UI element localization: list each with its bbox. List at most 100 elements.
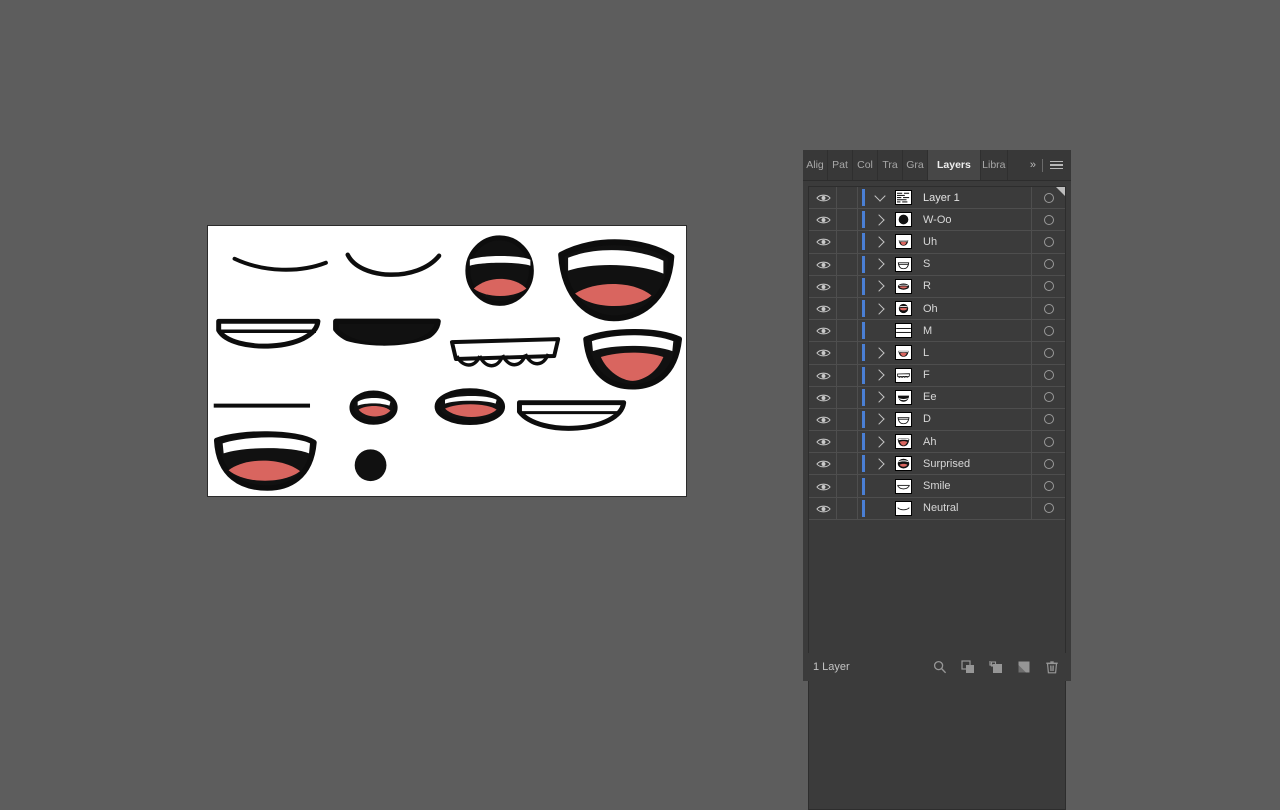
lock-toggle[interactable] [836, 408, 858, 431]
visibility-toggle[interactable] [809, 282, 836, 291]
new-sublayer-icon[interactable] [989, 660, 1003, 674]
target-circle-icon[interactable] [1043, 281, 1054, 292]
lock-toggle[interactable] [836, 209, 858, 231]
tab-pathfinder[interactable]: Pat [828, 150, 853, 180]
layer-row[interactable]: Surprised [809, 453, 1065, 476]
chevron-right-icon[interactable] [869, 258, 891, 270]
layer-name[interactable]: Ah [915, 436, 1031, 448]
eye-icon[interactable] [815, 237, 831, 246]
layer-row[interactable]: Ah [809, 431, 1065, 454]
lock-toggle[interactable] [836, 187, 858, 209]
chevron-right-icon[interactable] [869, 347, 891, 359]
lock-toggle[interactable] [836, 386, 858, 408]
lock-toggle[interactable] [836, 431, 858, 453]
target-circle-icon[interactable] [1043, 192, 1054, 203]
lock-toggle[interactable] [836, 253, 858, 275]
target-indicator[interactable] [1031, 386, 1065, 408]
layer-row[interactable]: Neutral [809, 497, 1065, 520]
layer-name[interactable]: D [915, 413, 1031, 425]
panel-overflow-icon[interactable]: » [1030, 159, 1036, 171]
layer-row[interactable]: Smile [809, 475, 1065, 498]
tab-color[interactable]: Col [853, 150, 878, 180]
target-circle-icon[interactable] [1043, 370, 1054, 381]
eye-icon[interactable] [815, 371, 831, 380]
target-indicator[interactable] [1031, 209, 1065, 231]
lock-toggle[interactable] [836, 320, 858, 342]
layer-row[interactable]: S [809, 253, 1065, 276]
lock-toggle[interactable] [836, 342, 858, 364]
target-indicator[interactable] [1031, 497, 1065, 519]
eye-icon[interactable] [815, 215, 831, 224]
layer-row[interactable]: Ee [809, 386, 1065, 409]
layer-row[interactable]: Oh [809, 297, 1065, 321]
layers-panel[interactable]: Alig Pat Col Tra Gra Layers Libra » Laye… [803, 150, 1071, 810]
target-circle-icon[interactable] [1043, 458, 1054, 469]
target-indicator[interactable] [1031, 275, 1065, 297]
tab-gradient[interactable]: Gra [903, 150, 928, 180]
layer-row[interactable]: D [809, 408, 1065, 432]
layer-row[interactable]: F [809, 364, 1065, 387]
target-indicator[interactable] [1031, 453, 1065, 475]
eye-icon[interactable] [815, 415, 831, 424]
tab-transform[interactable]: Tra [878, 150, 903, 180]
target-indicator[interactable] [1031, 187, 1065, 209]
target-indicator[interactable] [1031, 431, 1065, 453]
target-indicator[interactable] [1031, 297, 1065, 320]
visibility-toggle[interactable] [809, 237, 836, 246]
eye-icon[interactable] [815, 282, 831, 291]
panel-tab-bar[interactable]: Alig Pat Col Tra Gra Layers Libra » [803, 150, 1071, 181]
visibility-toggle[interactable] [809, 504, 836, 513]
layer-name[interactable]: R [915, 280, 1031, 292]
layer-row[interactable]: R [809, 275, 1065, 298]
target-circle-icon[interactable] [1043, 325, 1054, 336]
eye-icon[interactable] [815, 459, 831, 468]
lock-toggle[interactable] [836, 231, 858, 253]
target-circle-icon[interactable] [1043, 481, 1054, 492]
chevron-right-icon[interactable] [869, 280, 891, 293]
target-indicator[interactable] [1031, 408, 1065, 431]
lock-toggle[interactable] [836, 453, 858, 475]
target-indicator[interactable] [1031, 320, 1065, 342]
layer-name[interactable]: Oh [915, 303, 1031, 315]
target-indicator[interactable] [1031, 342, 1065, 364]
target-indicator[interactable] [1031, 364, 1065, 386]
visibility-toggle[interactable] [809, 459, 836, 468]
chevron-right-icon[interactable] [869, 302, 891, 315]
target-circle-icon[interactable] [1043, 414, 1054, 425]
layer-row[interactable]: M [809, 320, 1065, 343]
target-circle-icon[interactable] [1043, 392, 1054, 403]
layer-name[interactable]: L [915, 347, 1031, 359]
layer-name[interactable]: W-Oo [915, 214, 1031, 226]
trash-icon[interactable] [1045, 660, 1059, 674]
clipping-mask-icon[interactable] [961, 660, 975, 674]
magnifier-icon[interactable] [933, 660, 947, 674]
layer-name[interactable]: Surprised [915, 458, 1031, 470]
new-layer-icon[interactable] [1017, 660, 1031, 674]
tab-libraries[interactable]: Libra [981, 150, 1008, 180]
layer-name[interactable]: F [915, 369, 1031, 381]
visibility-toggle[interactable] [809, 437, 836, 446]
lock-toggle[interactable] [836, 475, 858, 497]
layer-name[interactable]: Smile [915, 480, 1031, 492]
layer-row[interactable]: Layer 1 [809, 187, 1065, 210]
lock-toggle[interactable] [836, 275, 858, 297]
target-circle-icon[interactable] [1043, 214, 1054, 225]
eye-icon[interactable] [815, 504, 831, 513]
chevron-right-icon[interactable] [869, 391, 891, 403]
eye-icon[interactable] [815, 260, 831, 269]
target-indicator[interactable] [1031, 475, 1065, 497]
chevron-right-icon[interactable] [869, 236, 891, 248]
chevron-right-icon[interactable] [869, 214, 891, 226]
tab-align[interactable]: Alig [803, 150, 828, 180]
visibility-toggle[interactable] [809, 348, 836, 357]
chevron-down-icon[interactable] [869, 190, 891, 202]
artboard-canvas[interactable] [207, 225, 687, 497]
visibility-toggle[interactable] [809, 326, 836, 335]
target-indicator[interactable] [1031, 231, 1065, 253]
layer-name[interactable]: Neutral [915, 502, 1031, 514]
layer-name[interactable]: Ee [915, 391, 1031, 403]
layer-list[interactable]: Layer 1 W-Oo Uh S R Oh M L F Ee D Ah Surprised Smile N… [808, 186, 1066, 810]
chevron-right-icon[interactable] [869, 435, 891, 448]
chevron-right-icon[interactable] [869, 413, 891, 426]
chevron-right-icon[interactable] [869, 369, 891, 381]
